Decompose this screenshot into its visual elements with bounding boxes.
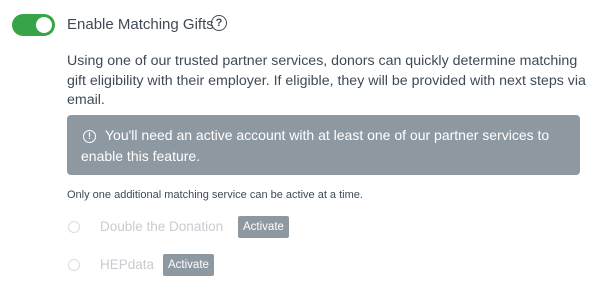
- matching-gifts-description: Using one of our trusted partner service…: [67, 53, 586, 108]
- info-alert-message: You'll need an active account with at le…: [81, 127, 550, 164]
- service-name-double-the-donation: Double the Donation: [100, 219, 224, 234]
- info-alert: ! You'll need an active account with at l…: [67, 115, 580, 175]
- activate-hepdata-button[interactable]: Activate: [163, 254, 214, 276]
- info-circle-icon: !: [83, 130, 96, 143]
- service-radio-double-the-donation[interactable]: [68, 221, 80, 233]
- enable-matching-gifts-label: Enable Matching Gifts: [67, 16, 214, 33]
- service-radio-hepdata[interactable]: [68, 259, 80, 271]
- service-limit-note: Only one additional matching service can…: [67, 189, 363, 201]
- service-name-hepdata: HEPdata: [100, 257, 155, 272]
- toggle-knob: [36, 17, 52, 33]
- question-circle-icon[interactable]: ?: [211, 15, 227, 31]
- activate-double-the-donation-button[interactable]: Activate: [238, 216, 289, 238]
- enable-matching-gifts-toggle[interactable]: [12, 14, 55, 36]
